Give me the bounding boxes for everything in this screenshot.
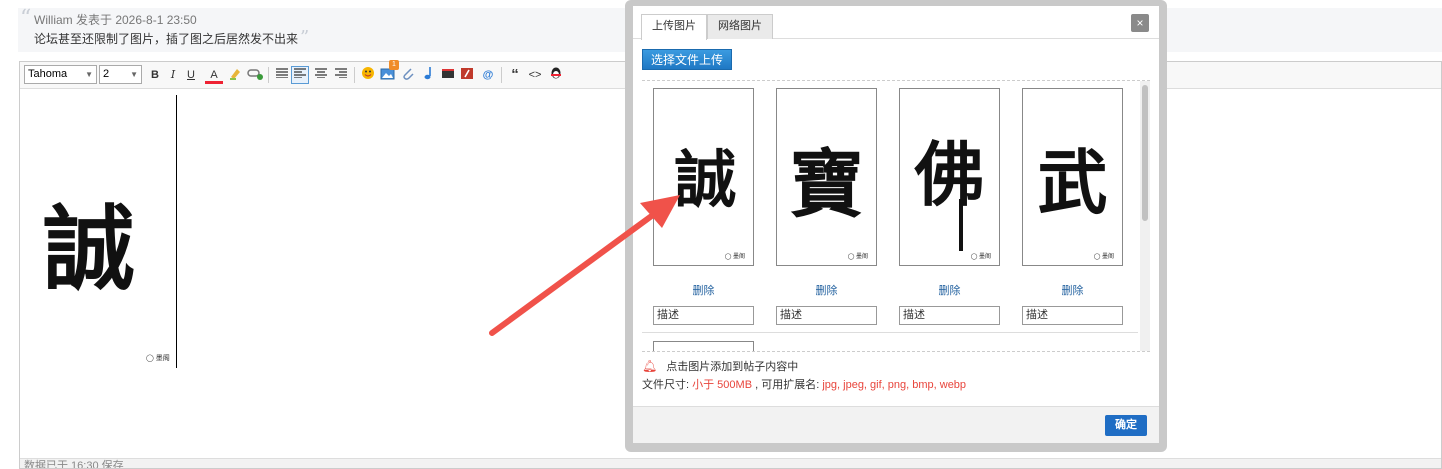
image-cell: 武 ◯ 墨阁 删除 描述 <box>1022 88 1123 325</box>
bell-icon: 🔔︎ <box>642 359 658 373</box>
calligraphy-glyph: 誠 <box>674 143 736 216</box>
quote-text: 论坛甚至还限制了图片，插了图之后居然发不出来 <box>34 32 299 46</box>
image-thumbnail[interactable]: 誠 ◯ 墨阁 <box>653 88 754 266</box>
insert-hint: 🔔︎ 点击图片添加到帖子内容中 <box>642 358 798 374</box>
background-color-button[interactable] <box>226 66 244 84</box>
highlighter-icon <box>230 69 240 80</box>
image-thumbnail[interactable]: 佛 ◯ 墨阁 <box>899 88 1000 266</box>
image-cell-partial <box>653 341 754 351</box>
description-input[interactable]: 描述 <box>776 306 877 325</box>
description-input[interactable]: 描述 <box>1022 306 1123 325</box>
page-root: “ William 发表于 2026-8-1 23:50 论坛甚至还限制了图片，… <box>0 0 1442 469</box>
extensions-value: jpg, jpeg, gif, png, bmp, webp <box>822 379 967 391</box>
align-justify-icon <box>276 68 288 79</box>
calligraphy-glyph: 武 <box>1037 141 1108 224</box>
tab-web-image[interactable]: 网络图片 <box>707 14 773 39</box>
font-family-value: Tahoma <box>28 68 68 80</box>
close-quote-icon: ” <box>300 27 310 48</box>
align-center-button[interactable] <box>312 66 330 84</box>
align-right-icon <box>335 68 347 79</box>
dialog-tabs: 上传图片 网络图片 × <box>633 6 1159 40</box>
code-button[interactable]: <> <box>526 66 544 84</box>
open-quote-icon: “ <box>20 6 32 31</box>
image-grid: 誠 ◯ 墨阁 删除 描述 寶 ◯ 墨阁 删除 描述 佛 ◯ 墨阁 删除 描述 武… <box>642 80 1150 352</box>
calligraphy-glyph: 佛 <box>914 133 985 216</box>
toolbar-separator <box>268 67 269 83</box>
dialog-footer: 确定 <box>633 406 1159 443</box>
toolbar-separator <box>354 67 355 83</box>
link-button[interactable] <box>246 66 264 84</box>
underline-button[interactable]: U <box>182 66 200 84</box>
image-cell: 佛 ◯ 墨阁 删除 描述 <box>899 88 1000 325</box>
scrollbar-thumb[interactable] <box>1142 85 1148 221</box>
seal-mark: ◯ 墨阁 <box>970 254 991 260</box>
delete-link[interactable]: 删除 <box>776 282 877 297</box>
font-color-button[interactable]: A <box>205 66 223 84</box>
delete-link[interactable]: 删除 <box>899 282 1000 297</box>
image-thumbnail[interactable]: 寶 ◯ 墨阁 <box>776 88 877 266</box>
image-count-badge: 1 <box>389 60 399 70</box>
music-note-icon <box>424 67 431 80</box>
attachment-button[interactable] <box>399 66 417 84</box>
confirm-button[interactable]: 确定 <box>1105 415 1147 436</box>
image-dialog: 上传图片 网络图片 × 选择文件上传 誠 ◯ 墨阁 删除 描述 寶 ◯ 墨阁 删… <box>633 6 1159 443</box>
description-input[interactable]: 描述 <box>653 306 754 325</box>
inserted-image[interactable]: 誠 ◯ 墨阁 <box>23 95 177 368</box>
chevron-down-icon: ▼ <box>85 70 93 79</box>
align-justify-button[interactable] <box>273 66 291 84</box>
align-right-button[interactable] <box>332 66 350 84</box>
align-left-button[interactable] <box>291 66 309 84</box>
italic-button[interactable]: I <box>164 66 182 84</box>
seal-mark: ◯ 墨阁 <box>146 355 170 362</box>
smiley-icon <box>362 67 374 79</box>
file-size-label: 文件尺寸: <box>642 379 690 391</box>
extensions-label: , 可用扩展名: <box>755 379 820 391</box>
font-size-select[interactable]: 2 ▼ <box>99 65 142 84</box>
font-size-value: 2 <box>103 68 110 80</box>
calligraphy-glyph: 誠 <box>43 195 135 303</box>
insert-image-button[interactable]: 1 <box>379 60 399 84</box>
quote-text-line: 论坛甚至还限制了图片，插了图之后居然发不出来” <box>34 27 309 48</box>
row-divider <box>642 332 1138 333</box>
seal-mark: ◯ 墨阁 <box>724 254 745 260</box>
link-icon <box>247 69 263 80</box>
toolbar-separator <box>501 67 502 83</box>
flash-button[interactable] <box>458 66 476 84</box>
emoji-button[interactable] <box>359 66 377 84</box>
image-cell: 誠 ◯ 墨阁 删除 描述 <box>653 88 754 325</box>
image-thumbnail[interactable]: 武 ◯ 墨阁 <box>1022 88 1123 266</box>
qq-penguin-icon <box>551 67 561 79</box>
insert-hint-text: 点击图片添加到帖子内容中 <box>666 361 799 373</box>
flash-icon <box>461 68 473 79</box>
qq-button[interactable] <box>547 66 565 84</box>
video-icon <box>442 69 454 78</box>
upload-file-button[interactable]: 选择文件上传 <box>642 49 732 70</box>
close-button[interactable]: × <box>1131 14 1149 32</box>
file-size-value: 小于 500MB <box>692 379 753 391</box>
calligraphy-glyph: 寶 <box>789 142 864 228</box>
audio-button[interactable] <box>419 66 437 84</box>
tab-upload-image[interactable]: 上传图片 <box>641 14 707 40</box>
seal-mark: ◯ 墨阁 <box>1093 254 1114 260</box>
align-left-icon <box>294 68 306 79</box>
seal-mark: ◯ 墨阁 <box>847 254 868 260</box>
file-info: 文件尺寸: 小于 500MB , 可用扩展名: jpg, jpeg, gif, … <box>642 376 966 392</box>
font-family-select[interactable]: Tahoma ▼ <box>24 65 97 84</box>
brush-stroke <box>959 199 963 251</box>
delete-link[interactable]: 删除 <box>653 282 754 297</box>
description-input[interactable]: 描述 <box>899 306 1000 325</box>
image-cell: 寶 ◯ 墨阁 删除 描述 <box>776 88 877 325</box>
mention-button[interactable]: @ <box>479 66 497 84</box>
bold-button[interactable]: B <box>146 66 164 84</box>
paperclip-icon <box>403 68 414 80</box>
delete-link[interactable]: 删除 <box>1022 282 1123 297</box>
align-center-icon <box>315 68 327 79</box>
grid-scrollbar[interactable] <box>1140 81 1150 351</box>
quote-author-line: William 发表于 2026-8-1 23:50 <box>34 13 197 27</box>
quote-button[interactable]: “ <box>506 66 524 84</box>
video-button[interactable] <box>439 66 457 84</box>
save-status-bar: 数据已于 16:30 保存 <box>20 458 1441 468</box>
chevron-down-icon: ▼ <box>130 70 138 79</box>
